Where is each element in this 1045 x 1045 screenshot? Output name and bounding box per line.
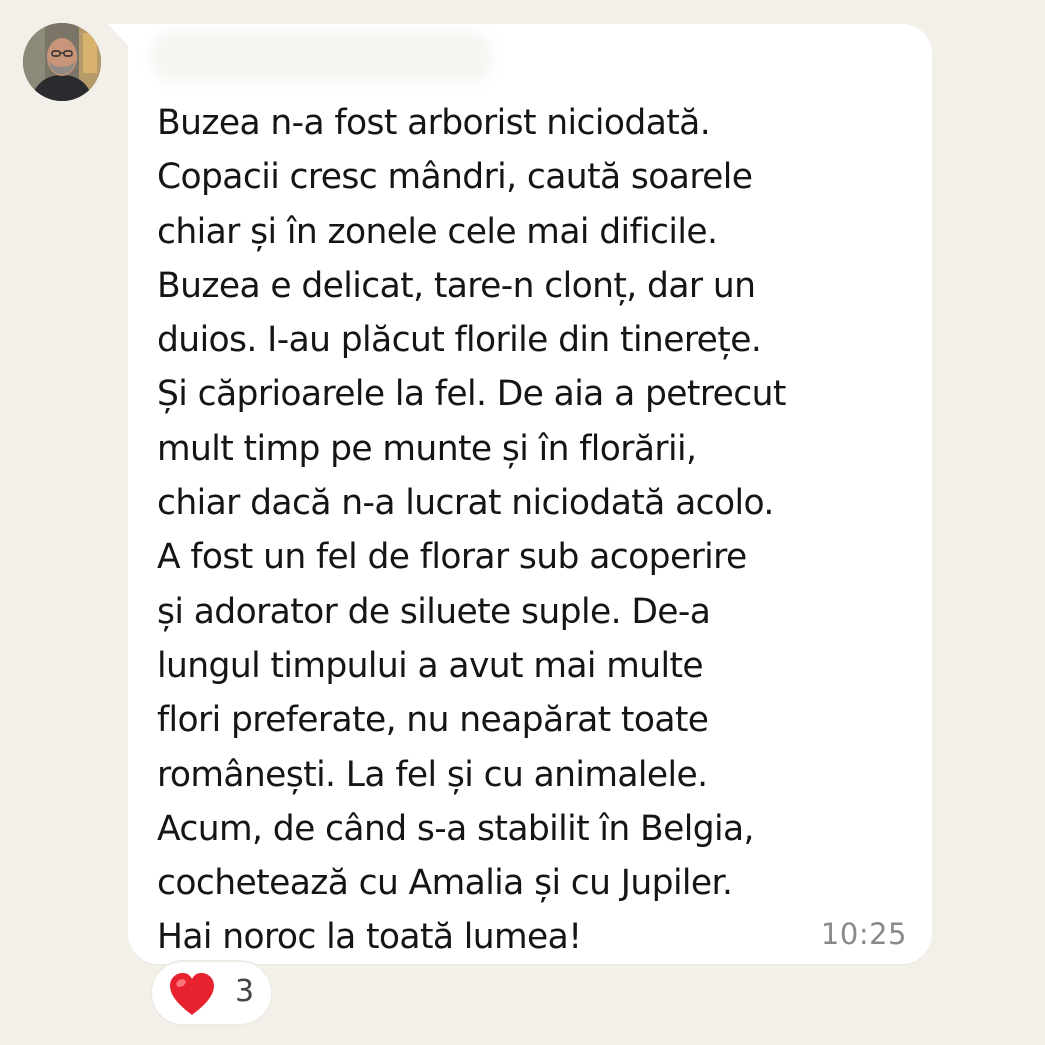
heart-icon xyxy=(170,973,214,1015)
chat-screen: Buzea n-a fost arborist niciodată. Copac… xyxy=(0,0,1045,1045)
reaction-count: 3 xyxy=(235,974,255,1009)
message-text: Buzea n-a fost arborist niciodată. Copac… xyxy=(157,103,786,958)
sender-name-blurred xyxy=(152,32,492,82)
avatar-photo xyxy=(23,23,101,101)
message-timestamp: 10:25 xyxy=(820,917,907,951)
reaction-badge[interactable]: 3 xyxy=(150,960,273,1026)
avatar[interactable] xyxy=(23,23,101,101)
